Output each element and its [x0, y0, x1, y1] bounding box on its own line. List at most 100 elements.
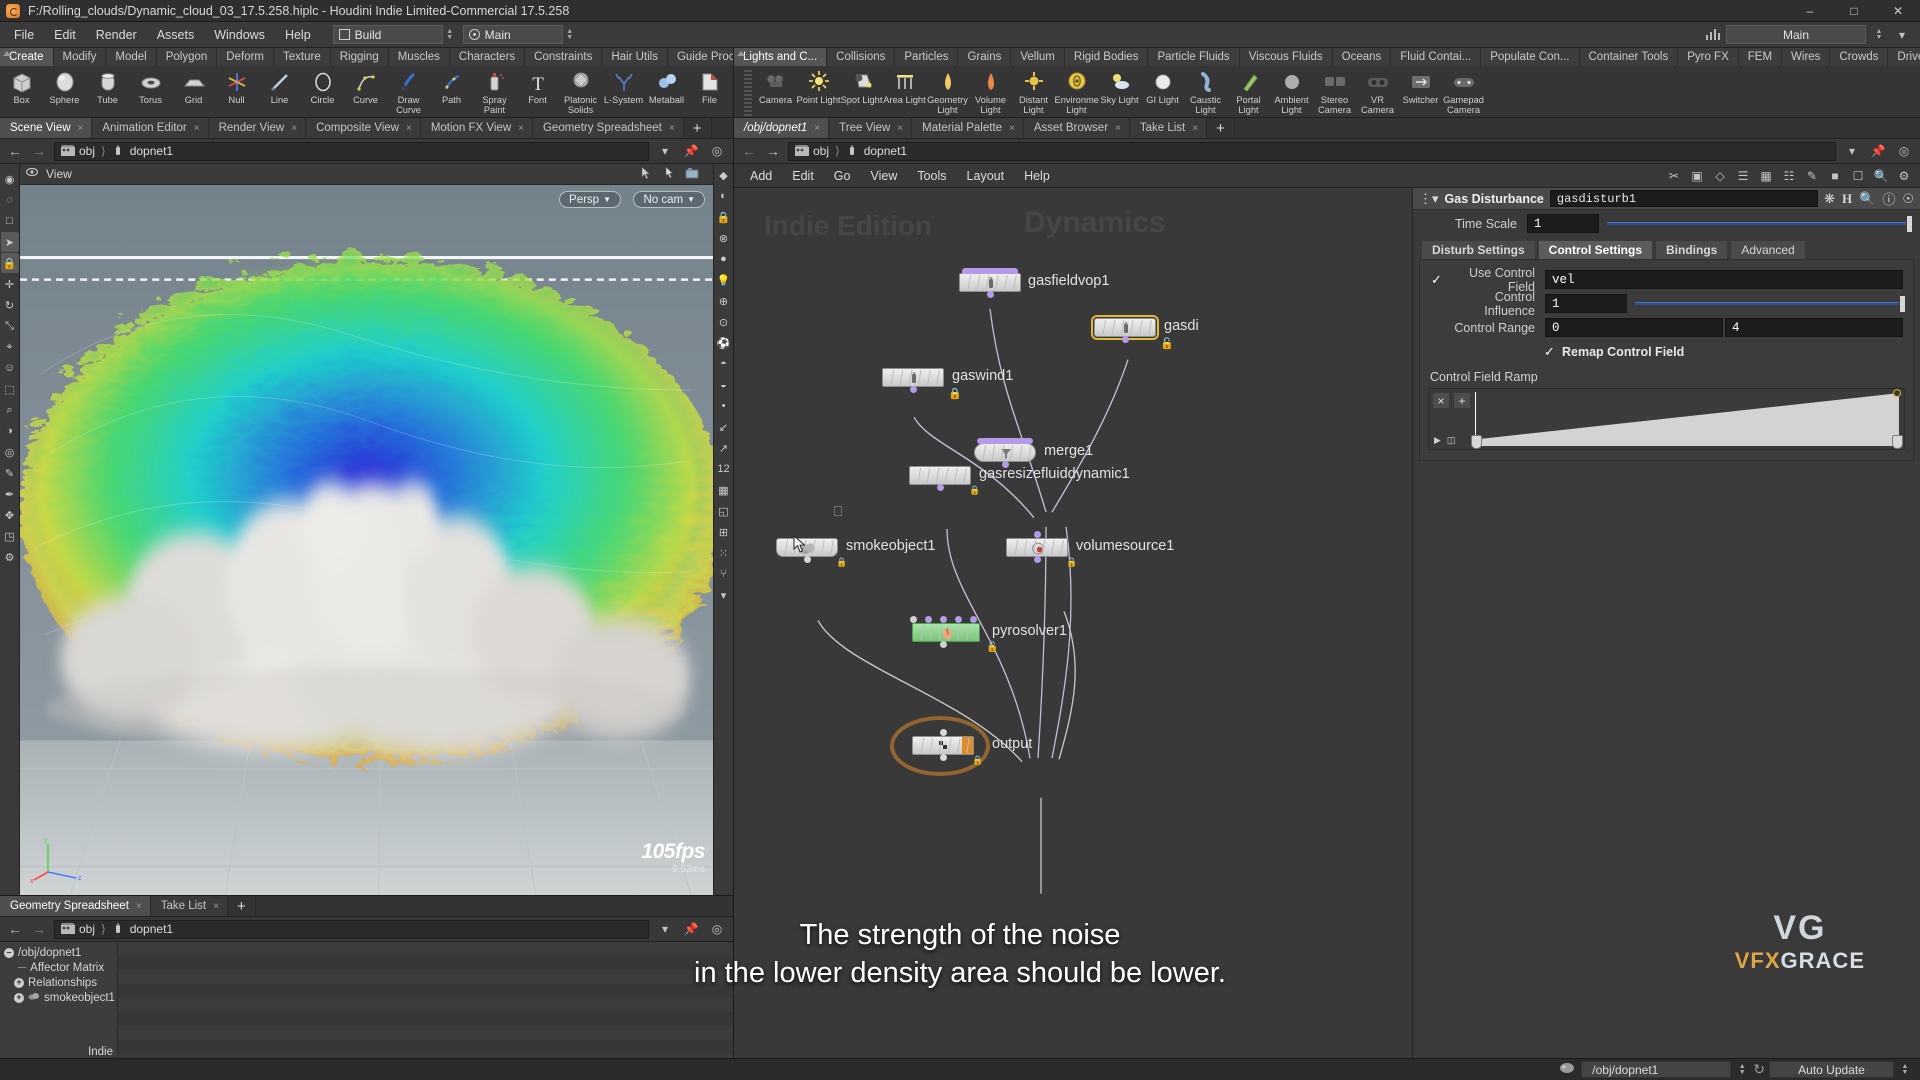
shelf-tab-hair-utils[interactable]: Hair Utils — [602, 48, 668, 66]
shelf-item-portal-light[interactable]: Portal Light — [1227, 68, 1270, 118]
network-canvas[interactable]: Indie Edition Dynamics gasfieldvop1 🔓 ga… — [734, 188, 1920, 1080]
lock-icon[interactable]: 🔒 — [969, 485, 980, 496]
point-display-icon[interactable]: • — [715, 396, 733, 416]
zoom-in-icon[interactable]: 🔍 — [1871, 167, 1891, 185]
menu-file[interactable]: File — [4, 22, 44, 48]
paint-tool-icon[interactable]: ✎ — [1, 463, 19, 483]
shelf-tab-characters[interactable]: Characters — [449, 48, 526, 66]
add-network-tab-button[interactable]: + — [1207, 118, 1235, 138]
rotate-tool-icon[interactable]: ↻ — [1, 295, 19, 315]
shelf-tab-guide-process[interactable]: Guide Process — [667, 48, 733, 66]
lock-icon[interactable]: 🔒 — [0, 253, 19, 273]
menu-edit[interactable]: Edit — [44, 22, 86, 48]
hide-icon[interactable]: ◓ — [715, 354, 733, 374]
handle-tool-icon[interactable]: ⌖ — [1, 337, 19, 357]
window-controls[interactable]: – □ ✕ — [1788, 0, 1920, 22]
expander-icon[interactable]: – — [4, 947, 14, 958]
shelf-item-ambient-light[interactable]: Ambient Light — [1270, 68, 1313, 118]
shelf-item-volume-light[interactable]: Volume Light — [969, 68, 1012, 118]
ramp-play-icon[interactable]: ▶ — [1434, 435, 1441, 446]
node-output-port[interactable] — [940, 754, 947, 761]
shelf-item-line[interactable]: Line — [258, 68, 301, 118]
node-output-port[interactable] — [1122, 336, 1129, 343]
smooth-shade-icon[interactable]: ⚽ — [715, 333, 733, 353]
node-body[interactable] — [959, 268, 1021, 292]
output-flag[interactable] — [962, 737, 973, 754]
maximize-button[interactable]: □ — [1832, 0, 1876, 22]
shelf-item-spot-light[interactable]: Spot Light — [840, 68, 883, 118]
shelf-item-distant-light[interactable]: Distant Light — [1012, 68, 1055, 118]
view-tool-icon[interactable]: ◉ — [1, 169, 19, 189]
network-target-icon[interactable]: ◎ — [1894, 142, 1914, 160]
close-icon[interactable]: × — [518, 118, 524, 139]
tab-take-list-bottom[interactable]: Take List × — [150, 896, 228, 916]
shelf-tab-lights-and-cameras[interactable]: Lights and C... — [734, 48, 828, 66]
shelf-item-grid[interactable]: Grid — [172, 68, 215, 118]
menu-render[interactable]: Render — [86, 22, 147, 48]
shelf-item-draw-curve[interactable]: Draw Curve — [387, 68, 430, 118]
update-mode-field[interactable]: Auto Update — [1769, 1061, 1894, 1078]
material-icon[interactable]: ● — [715, 249, 733, 269]
shelf-item-gi-light[interactable]: GI Light — [1141, 68, 1184, 118]
ramp-key-left[interactable] — [1471, 435, 1482, 449]
node-gasresizefluiddynamic1[interactable]: 🔒 — [909, 466, 980, 495]
forward-arrow-icon[interactable]: → — [764, 143, 782, 159]
vectors-icon[interactable]: ↗ — [715, 438, 733, 458]
control-influence-field[interactable]: 1 — [1545, 294, 1627, 313]
shelf-item-spray-paint[interactable]: Spray Paint — [473, 68, 516, 118]
close-icon[interactable]: × — [1192, 118, 1198, 139]
expander-icon[interactable]: + — [14, 992, 24, 1003]
node-output-port[interactable] — [1034, 556, 1041, 563]
use-control-field-input[interactable]: vel — [1545, 270, 1903, 289]
node-output-port[interactable] — [937, 484, 944, 491]
layout-spinner[interactable]: ▲ ▼ — [563, 25, 577, 44]
shelf-tab-modify[interactable]: Modify — [53, 48, 107, 66]
shading-mode-icon[interactable]: ◐ — [715, 186, 733, 206]
shelf-tab-polygon[interactable]: Polygon — [156, 48, 218, 66]
menu-windows[interactable]: Windows — [204, 22, 275, 48]
network-pin-icon[interactable]: 📌 — [1868, 142, 1888, 160]
gsp-caret-icon[interactable]: ▾ — [655, 920, 675, 938]
viewport-snapshot-icon[interactable] — [685, 166, 699, 183]
shelf-tab-drive-simulation[interactable]: Drive Simula... — [1888, 48, 1920, 66]
close-icon[interactable]: × — [194, 118, 200, 139]
viewport-select-icon[interactable] — [639, 165, 653, 183]
shelf-tab-crowds[interactable]: Crowds — [1830, 48, 1889, 66]
tree-row[interactable]: + Relationships — [0, 975, 117, 990]
main-field-spinner[interactable]: ▲ ▼ — [1872, 25, 1886, 44]
skeleton-icon[interactable]: ⑂ — [715, 564, 733, 584]
back-arrow-icon[interactable]: ← — [740, 143, 758, 159]
network-menu-tools[interactable]: Tools — [907, 164, 956, 188]
measure-tool-icon[interactable]: ⌕ — [1, 400, 19, 420]
menu-assets[interactable]: Assets — [147, 22, 205, 48]
refresh-icon[interactable]: ↻ — [1753, 1061, 1765, 1078]
shelf-item-torus[interactable]: Torus — [129, 68, 172, 118]
node-body[interactable] — [912, 736, 974, 755]
color-palette-icon[interactable]: ▣ — [1687, 167, 1707, 185]
particles-icon[interactable]: ⁙ — [715, 543, 733, 563]
remap-control-field-checkbox[interactable]: ✓ — [1543, 344, 1556, 359]
node-input-port[interactable] — [940, 616, 947, 623]
light-icon[interactable]: 💡 — [715, 270, 733, 290]
box-select-icon[interactable]: □ — [1, 211, 19, 231]
tab-dopnet-network[interactable]: /obj/dopnet1 × — [734, 118, 830, 138]
param-tab-bindings[interactable]: Bindings — [1655, 240, 1729, 259]
shelf-item-stereo-camera[interactable]: Stereo Camera — [1313, 68, 1356, 118]
shelf-item-metaball[interactable]: Metaball — [645, 68, 688, 118]
gsp-path-field[interactable]: obj ⟩ dopnet1 — [54, 919, 649, 939]
more-tools-icon[interactable]: ▾ — [715, 585, 733, 605]
shape-icon[interactable]: ◇ — [1710, 167, 1730, 185]
add-light-icon[interactable]: ⊕ — [715, 291, 733, 311]
shelf-tab-particle-fluids[interactable]: Particle Fluids — [1148, 48, 1240, 66]
tree-row[interactable]: ─ Affector Matrix — [0, 960, 117, 975]
pose-tool-icon[interactable]: ☺ — [1, 358, 19, 378]
shelf-tab-wires[interactable]: Wires — [1782, 48, 1831, 66]
network-menu-help[interactable]: Help — [1014, 164, 1060, 188]
close-icon[interactable]: × — [78, 118, 84, 139]
shelf-item-vr-camera[interactable]: VR Camera — [1356, 68, 1399, 118]
shelf-item-font[interactable]: T Font — [516, 68, 559, 118]
unlock-icon[interactable]: 🔓 — [986, 642, 998, 653]
network-path-field[interactable]: obj ⟩ dopnet1 — [788, 141, 1836, 161]
network-menu-layout[interactable]: Layout — [957, 164, 1015, 188]
close-icon[interactable]: × — [291, 118, 297, 139]
